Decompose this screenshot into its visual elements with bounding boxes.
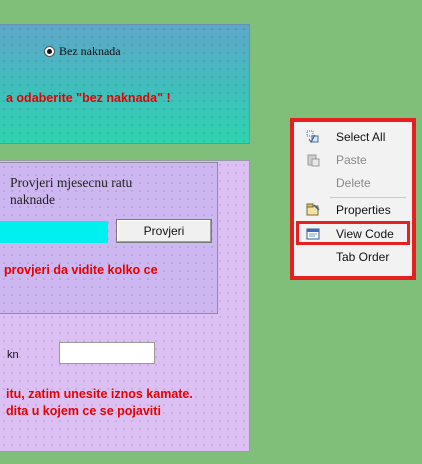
result-field[interactable] [0,221,108,243]
menu-item-select-all[interactable]: Select All [296,126,410,148]
warning-text-amount: itu, zatim unesite iznos kamate. dita u … [6,386,193,420]
radio-label: Bez naknada [59,44,121,58]
select-all-icon [306,130,319,143]
context-menu: Select All Paste Delete Properties View … [296,124,410,274]
check-frame-title: Provjeri mjesecnu ratu naknade [10,174,210,208]
menu-label: Select All [336,130,386,144]
provjeri-button[interactable]: Provjeri [116,219,212,243]
kn-label: kn [7,349,19,361]
paste-icon [307,154,320,167]
menu-item-paste[interactable]: Paste [296,149,410,171]
warning-text-check: provjeri da vidite kolko ce [4,263,158,277]
amount-input[interactable] [59,342,155,364]
menu-item-delete[interactable]: Delete [296,172,410,194]
menu-separator [330,197,406,198]
bez-naknada-option[interactable]: Bez naknada [44,44,121,59]
properties-icon [306,203,320,216]
menu-label: Properties [336,203,391,217]
option-panel [0,24,250,144]
check-title-line1: Provjeri mjesecnu ratu [10,175,133,190]
warning-text-select: a odaberite "bez naknada" ! [6,91,171,105]
menu-item-tab-order[interactable]: Tab Order [296,246,410,268]
menu-label: Delete [336,176,371,190]
warning-line2: dita u kojem ce se pojaviti [6,404,161,418]
design-grid [0,25,249,143]
menu-label: Paste [336,153,367,167]
warning-line1: itu, zatim unesite iznos kamate. [6,387,193,401]
menu-item-properties[interactable]: Properties [296,199,410,221]
menu-label: Tab Order [336,250,390,264]
check-title-line2: naknade [10,192,55,207]
view-code-highlight [296,221,410,245]
radio-button-selected[interactable] [44,46,55,57]
